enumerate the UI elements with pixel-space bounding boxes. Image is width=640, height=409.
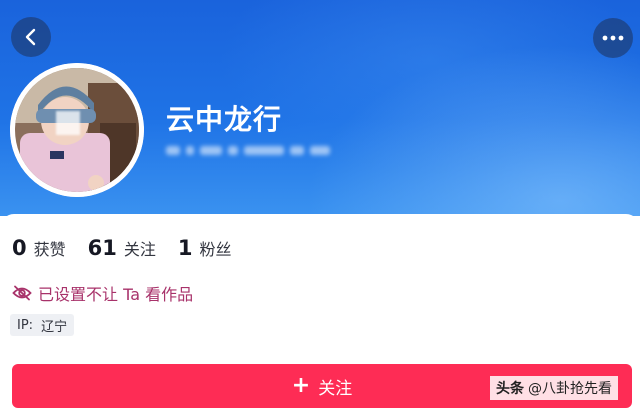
privacy-notice-text: 已设置不让 Ta 看作品	[38, 285, 194, 304]
stat-value: 0	[12, 236, 27, 260]
ip-location-badge: IP: 辽宁	[10, 314, 75, 336]
stat-label: 粉丝	[199, 240, 232, 259]
follow-button-label: 关注	[318, 378, 353, 399]
eye-off-icon	[12, 285, 32, 301]
watermark-brand: 头条	[496, 381, 524, 397]
stat-value: 61	[87, 236, 117, 260]
stat-likes[interactable]: 0 获赞	[12, 236, 66, 260]
profile-nickname: 云中龙行	[166, 103, 283, 136]
stat-label: 获赞	[33, 240, 66, 259]
stat-followers[interactable]: 1 粉丝	[178, 236, 232, 260]
ip-label: IP:	[17, 317, 34, 333]
stat-value: 1	[177, 236, 193, 260]
chevron-left-icon	[25, 28, 36, 46]
source-watermark: 头条 @八卦抢先看	[490, 376, 618, 400]
avatar[interactable]	[10, 63, 144, 197]
stat-label: 关注	[123, 240, 156, 259]
more-button[interactable]	[593, 18, 633, 58]
profile-stats: 0 获赞 61 关注 1 粉丝	[12, 236, 254, 262]
avatar-photo	[10, 63, 144, 197]
back-button[interactable]	[11, 17, 51, 57]
stat-following[interactable]: 61 关注	[88, 236, 156, 260]
privacy-notice: 已设置不让 Ta 看作品	[12, 282, 193, 304]
watermark-handle: @八卦抢先看	[528, 381, 612, 397]
blurred-user-id	[166, 142, 346, 158]
more-horizontal-icon	[602, 35, 624, 41]
ip-location: 辽宁	[41, 319, 68, 335]
plus-icon: +	[291, 373, 311, 398]
